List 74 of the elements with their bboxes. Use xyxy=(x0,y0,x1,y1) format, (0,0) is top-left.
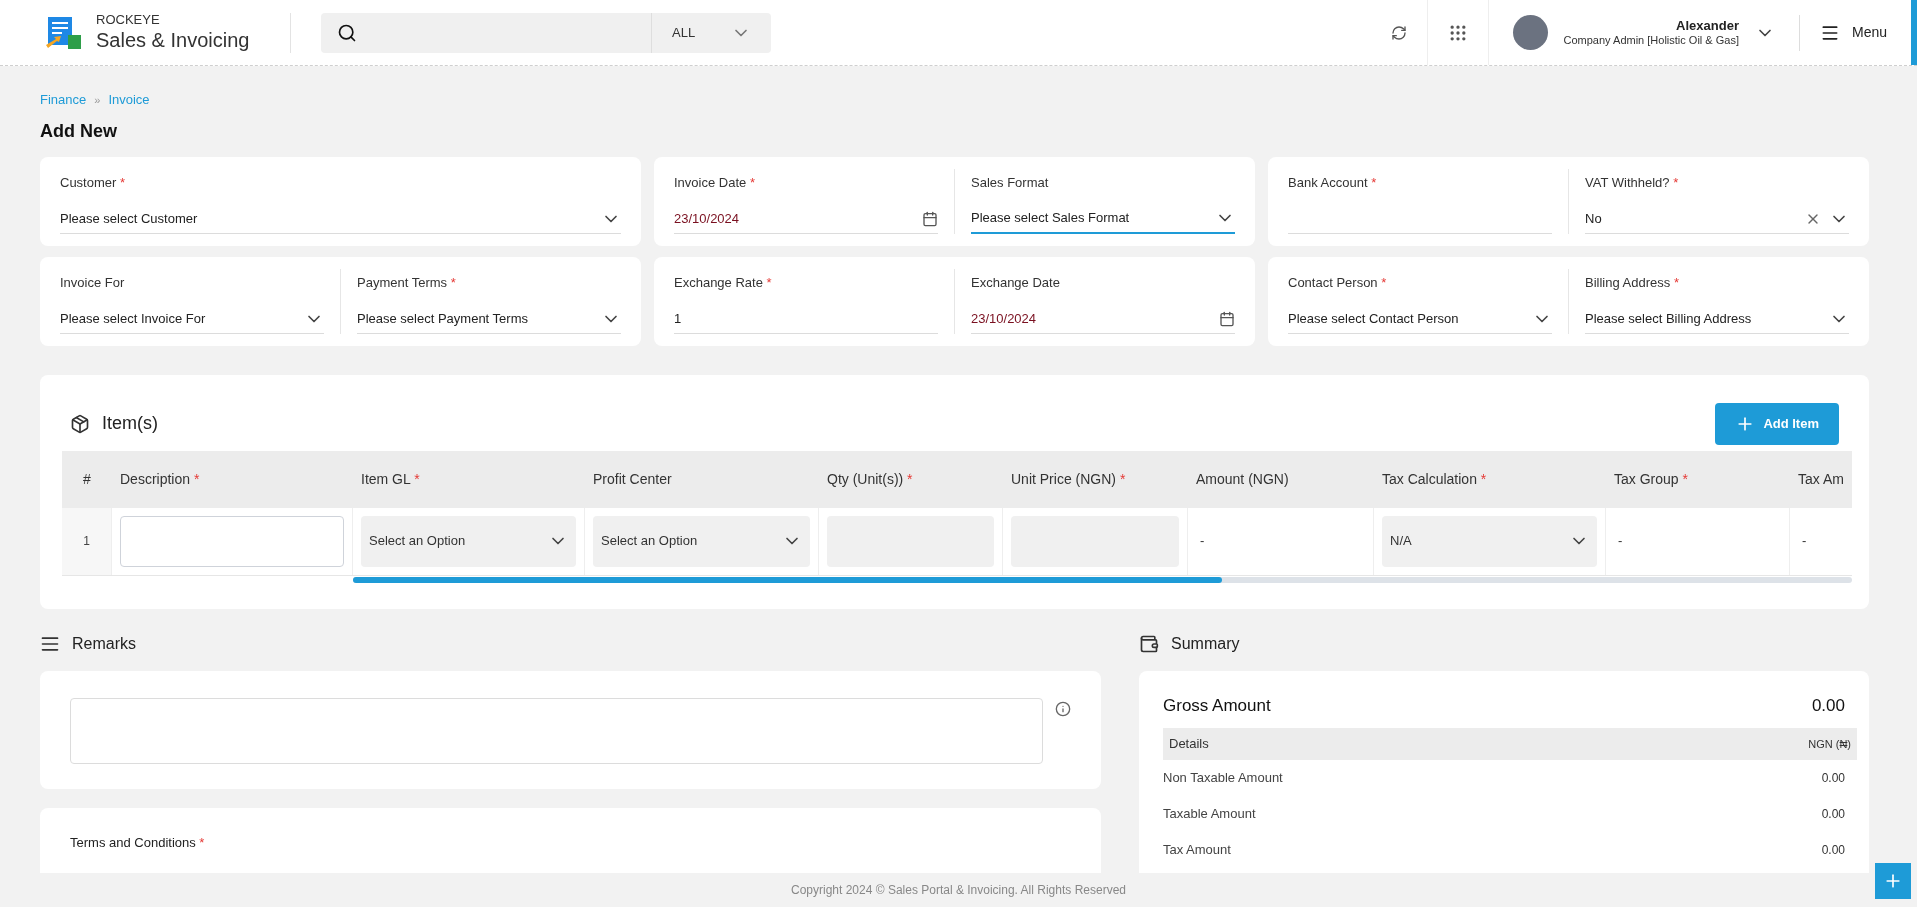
field-label: Exchange Date xyxy=(971,273,1060,292)
column-header: # xyxy=(83,469,91,489)
select-field[interactable]: Please select Payment Terms xyxy=(357,304,621,334)
select-field[interactable]: Please select Billing Address xyxy=(1585,304,1849,334)
field-label: VAT Withheld? * xyxy=(1585,173,1679,192)
copyright-text: Copyright 2024 © Sales Portal & Invoicing. All Rights Reserved xyxy=(791,882,1126,899)
scrollbar[interactable] xyxy=(1911,0,1917,65)
invoice-logo-icon xyxy=(44,14,84,51)
column-header: Amount (NGN) xyxy=(1196,469,1289,489)
description-input[interactable] xyxy=(120,515,344,567)
select-field[interactable]: Select an Option xyxy=(361,515,576,567)
horizontal-scrollbar[interactable] xyxy=(353,576,1852,583)
details-header: Details NGN (₦) xyxy=(1163,728,1857,760)
page-title: Add New xyxy=(40,119,118,143)
user-name: Alexander xyxy=(1676,17,1739,34)
select-field[interactable]: Please select Invoice For xyxy=(60,304,324,334)
search-icon xyxy=(337,22,357,43)
section-title: Item(s) xyxy=(102,412,158,435)
user-role: Company Admin [Holistic Oil & Gas] xyxy=(1563,33,1739,48)
brand-subtitle: ROCKEYE xyxy=(96,11,161,29)
column-header: Tax Group * xyxy=(1614,469,1688,489)
table-cell-text: - xyxy=(1618,532,1623,551)
field-label: Contact Person * xyxy=(1288,273,1387,292)
section-title: Remarks xyxy=(72,633,136,654)
input-field[interactable]: 1 xyxy=(674,304,938,334)
calendar-icon xyxy=(922,210,938,227)
section-title: Summary xyxy=(1171,633,1240,654)
table-cell-text: - xyxy=(1802,532,1807,551)
floating-add-button[interactable] xyxy=(1875,863,1911,899)
column-header: Description * xyxy=(120,469,200,489)
summary-value: 0.00 xyxy=(1821,842,1845,859)
date-field[interactable]: 23/10/2024 xyxy=(674,204,938,234)
field-label: Sales Format xyxy=(971,173,1049,192)
field-label: Exchange Rate * xyxy=(674,273,772,292)
field-label: Invoice Date * xyxy=(674,173,755,192)
summary-value: 0.00 xyxy=(1821,770,1845,787)
select-field[interactable]: N/A xyxy=(1382,515,1597,567)
column-header: Tax Calculation * xyxy=(1382,469,1487,489)
column-header: Qty (Unit(s)) * xyxy=(827,469,913,489)
summary-label: Non Taxable Amount xyxy=(1163,769,1283,788)
field-label: Billing Address * xyxy=(1585,273,1679,292)
gross-amount-value: 0.00 xyxy=(1811,694,1845,717)
gross-amount-label: Gross Amount xyxy=(1163,694,1271,717)
remarks-textarea[interactable] xyxy=(70,697,1043,764)
menu-button[interactable]: Menu xyxy=(1799,22,1911,43)
breadcrumb-separator-icon: » xyxy=(94,91,101,108)
calendar-icon xyxy=(1219,310,1235,327)
field-label: Payment Terms * xyxy=(357,273,456,292)
column-header: Unit Price (NGN) * xyxy=(1011,469,1126,489)
summary-label: Tax Amount xyxy=(1163,841,1231,860)
summary-value: 0.00 xyxy=(1821,806,1845,823)
table-cell-text: - xyxy=(1200,532,1205,551)
refresh-icon[interactable] xyxy=(1390,24,1407,41)
field-label: Bank Account * xyxy=(1288,173,1377,192)
field-label: Terms and Conditions * xyxy=(70,834,205,850)
column-header: Item GL * xyxy=(361,469,420,489)
summary-label: Taxable Amount xyxy=(1163,805,1256,824)
row-number: 1 xyxy=(83,533,90,550)
select-field[interactable]: No xyxy=(1585,204,1849,234)
select-field[interactable]: Select an Option xyxy=(593,515,810,567)
brand-title: Sales & Invoicing xyxy=(96,28,250,54)
select-field[interactable]: Please select Sales Format xyxy=(971,204,1235,234)
box-icon xyxy=(70,413,90,434)
avatar[interactable] xyxy=(1512,15,1548,50)
select-field[interactable]: Please select Contact Person xyxy=(1288,304,1552,334)
info-icon xyxy=(1055,700,1071,717)
wallet-icon xyxy=(1139,633,1159,654)
scope-dropdown[interactable]: ALL xyxy=(651,12,771,53)
field-label: Customer * xyxy=(60,173,126,192)
field-label: Invoice For xyxy=(60,273,125,292)
select-field[interactable]: Please select Customer xyxy=(60,204,621,234)
column-header: Tax Am xyxy=(1798,469,1844,489)
column-header: Profit Center xyxy=(593,469,672,489)
date-field[interactable]: 23/10/2024 xyxy=(971,304,1235,334)
